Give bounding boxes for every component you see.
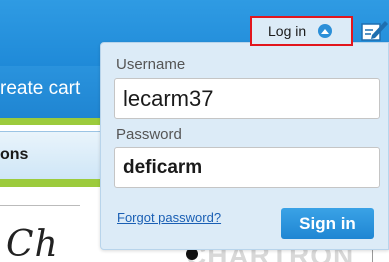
username-input[interactable]: lecarm37 [114,78,380,119]
sign-in-button[interactable]: Sign in [281,208,374,239]
password-label: Password [116,126,182,143]
password-input[interactable]: deficarm [114,147,380,188]
content-divider [0,205,80,206]
forgot-password-link[interactable]: Forgot password? [117,210,221,225]
edit-icon[interactable] [359,18,389,44]
create-cart-label: reate cart [0,78,81,99]
options-label: ons [0,146,29,163]
login-toggle-button[interactable]: Log in [250,16,353,46]
chevron-up-icon [318,24,333,38]
username-label: Username [116,56,186,73]
login-toggle-label: Log in [268,23,307,39]
brand-script-text: Ch [6,224,59,262]
